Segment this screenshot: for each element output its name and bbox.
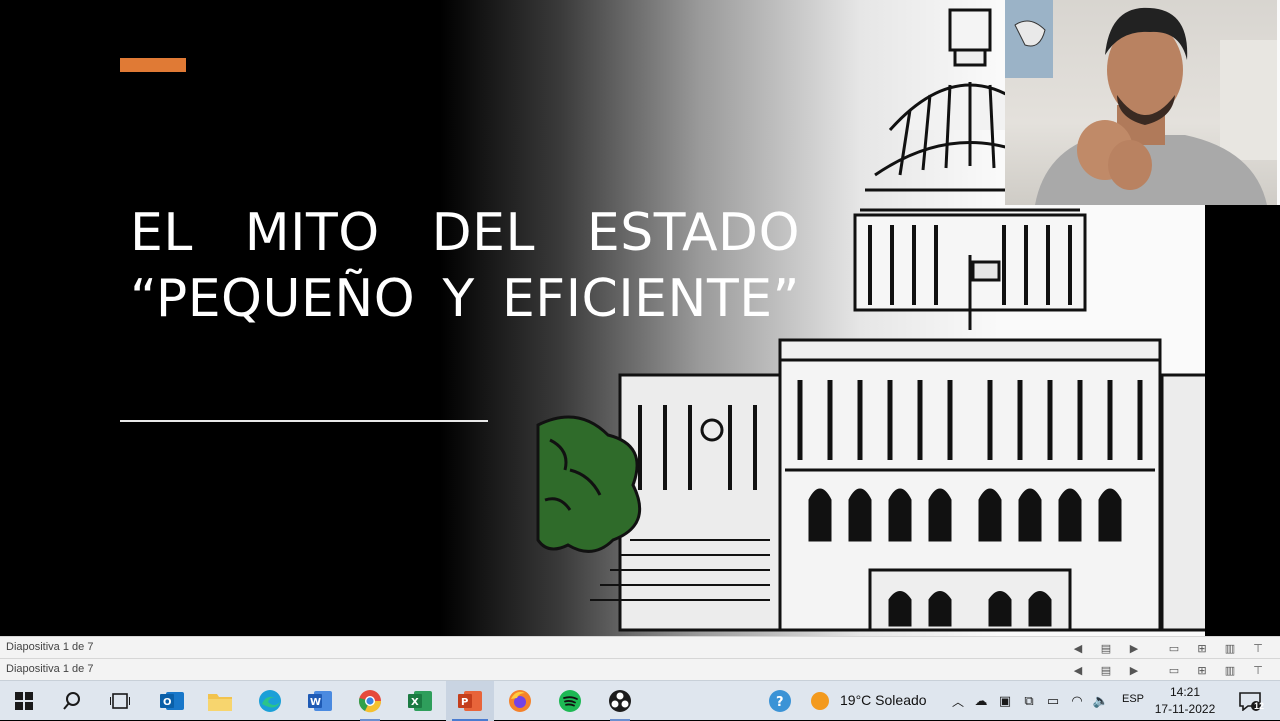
powerpoint-status-bar: Diapositiva 1 de 7 ◀ ▤ ▶ ▭ ⊞ ▥ ⊤	[0, 636, 1280, 658]
slideshow-icon[interactable]: ⊤	[1244, 662, 1272, 678]
presentation-slide: EL MITO DEL ESTADO “PEQUEÑO Y EFICIENTE”	[0, 0, 1280, 636]
title-underline	[120, 420, 488, 422]
previous-slide-icon[interactable]: ◀	[1064, 640, 1092, 656]
grid-view-icon[interactable]: ⊞	[1188, 640, 1216, 656]
word-icon[interactable]: W	[296, 681, 344, 721]
sun-weather-icon	[796, 681, 844, 721]
person-video-feed	[1005, 0, 1277, 205]
excel-icon[interactable]: X	[396, 681, 444, 721]
task-view-icon[interactable]	[96, 681, 144, 721]
grid-view-icon[interactable]: ⊞	[1188, 662, 1216, 678]
svg-text:P: P	[461, 697, 468, 708]
cloud-sync-icon[interactable]: ☁	[972, 693, 990, 709]
screen-capture-icon[interactable]: ⧉	[1020, 693, 1038, 709]
battery-icon[interactable]: ▭	[1044, 693, 1062, 709]
next-slide-icon[interactable]: ▶	[1120, 640, 1148, 656]
clock-date: 17-11-2022	[1154, 702, 1216, 716]
weather-text[interactable]: 19°C Soleado	[840, 692, 927, 708]
slide-sorter-icon[interactable]: ▤	[1092, 640, 1120, 656]
slide-sorter-icon[interactable]: ▤	[1092, 662, 1120, 678]
clock[interactable]: 14:21 17-11-2022	[1150, 684, 1220, 718]
spotify-icon[interactable]	[546, 681, 594, 721]
svg-text:X: X	[411, 697, 419, 708]
notifications-icon[interactable]: 12	[1228, 681, 1272, 721]
folder-icon[interactable]	[196, 681, 244, 721]
previous-slide-icon[interactable]: ◀	[1064, 662, 1092, 678]
slide-counter-secondary: Diapositiva 1 de 7	[6, 663, 94, 675]
chevron-up-icon[interactable]: ︿	[950, 693, 966, 710]
chrome-icon[interactable]	[346, 681, 394, 721]
search-icon[interactable]	[48, 681, 96, 721]
clock-time: 14:21	[1169, 685, 1201, 699]
device-icon[interactable]: ▣	[996, 693, 1014, 709]
normal-view-icon[interactable]: ▭	[1160, 640, 1188, 656]
webcam-overlay	[1005, 0, 1277, 205]
slide-edge	[1205, 205, 1280, 636]
powerpoint-status-bar-secondary: Diapositiva 1 de 7 ◀ ▤ ▶ ▭ ⊞ ▥ ⊤	[0, 658, 1280, 680]
slide-counter: Diapositiva 1 de 7	[6, 641, 94, 653]
obs-icon[interactable]	[596, 681, 644, 721]
normal-view-icon[interactable]: ▭	[1160, 662, 1188, 678]
svg-text:O: O	[163, 697, 172, 708]
accent-bar	[120, 58, 186, 72]
svg-text:?: ?	[776, 695, 784, 710]
firefox-icon[interactable]	[496, 681, 544, 721]
outlook-icon[interactable]: O	[148, 681, 196, 721]
reading-view-icon[interactable]: ▥	[1216, 662, 1244, 678]
network-icon[interactable]: ◠	[1068, 693, 1086, 709]
edge-icon[interactable]	[246, 681, 294, 721]
reading-view-icon[interactable]: ▥	[1216, 640, 1244, 656]
slideshow-icon[interactable]: ⊤	[1244, 640, 1272, 656]
volume-icon[interactable]: 🔈	[1092, 693, 1110, 709]
windows-taskbar: O W X P ? 19°C Soleado ︿ ☁ ▣ ⧉ ▭ ◠ 🔈 ESP…	[0, 680, 1280, 721]
language-indicator[interactable]: ESP	[1122, 693, 1144, 705]
svg-text:W: W	[310, 697, 321, 708]
next-slide-icon[interactable]: ▶	[1120, 662, 1148, 678]
notification-count: 12	[1254, 701, 1265, 711]
powerpoint-icon[interactable]: P	[446, 681, 494, 721]
windows-icon[interactable]	[0, 681, 48, 721]
